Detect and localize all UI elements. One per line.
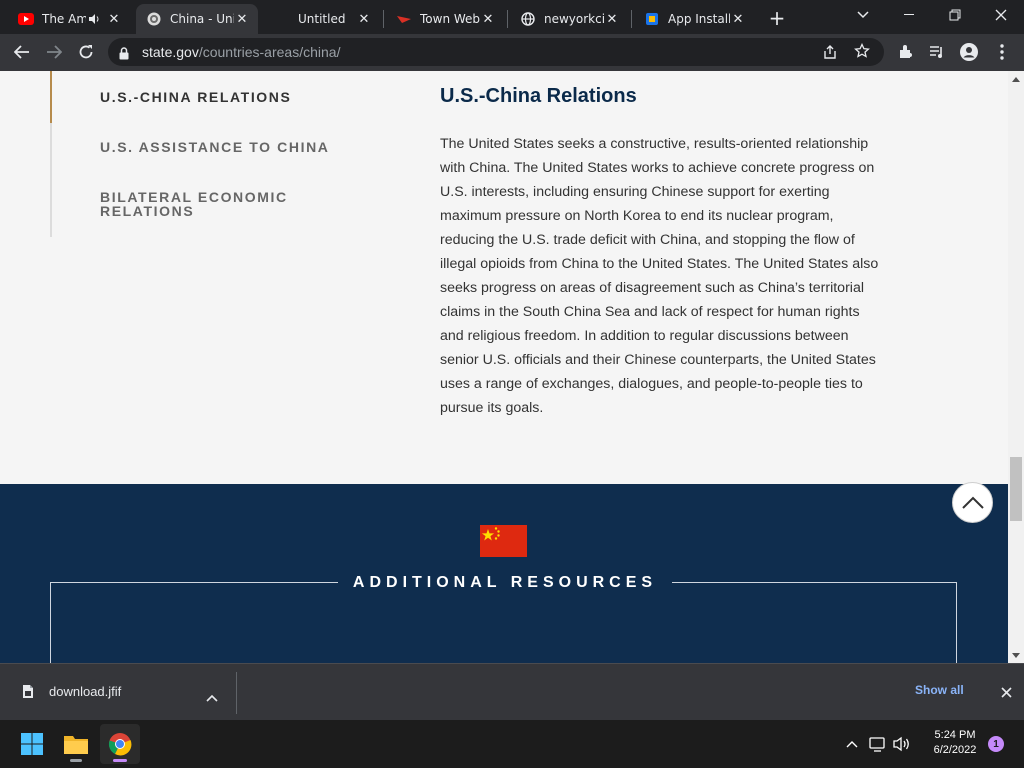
speaker-icon[interactable]: [86, 11, 102, 27]
app-install-icon: [644, 11, 660, 27]
sidebar-item-us-assistance[interactable]: U.S. ASSISTANCE TO CHINA: [100, 140, 360, 154]
tab-strip: The Am ✕ China - Uni ✕ Untitled ✕ Town W…: [0, 0, 1024, 34]
tab-newyorkcity[interactable]: newyorkcit ✕: [510, 4, 628, 34]
additional-resources-section: ADDITIONAL RESOURCES: [0, 484, 1008, 663]
volume-icon[interactable]: [892, 734, 912, 754]
chrome-taskbar-icon[interactable]: [100, 724, 140, 764]
clock-time: 5:24 PM: [934, 729, 976, 741]
restore-icon[interactable]: [932, 0, 978, 30]
tab-townweb[interactable]: Town Web ✕: [386, 4, 504, 34]
section-title: U.S.-China Relations: [440, 85, 637, 107]
tab-close-icon[interactable]: ✕: [730, 11, 746, 27]
townweb-icon: [396, 11, 412, 27]
browser-toolbar: state.gov/countries-areas/china/: [0, 34, 1024, 71]
tab-untitled[interactable]: Untitled ✕: [264, 4, 380, 34]
extensions-icon[interactable]: [892, 38, 920, 66]
globe-icon: [520, 11, 536, 27]
resources-heading-wrap: ADDITIONAL RESOURCES: [338, 572, 672, 594]
tab-separator: [507, 10, 508, 28]
show-all-button[interactable]: Show all: [915, 683, 964, 697]
sidebar-item-bilateral-economic[interactable]: BILATERAL ECONOMIC RELATIONS: [100, 190, 330, 218]
media-control-icon[interactable]: [923, 38, 951, 66]
scroll-down-icon[interactable]: [1008, 648, 1024, 662]
tab-title: App Installe: [668, 12, 730, 26]
tab-close-icon[interactable]: ✕: [356, 11, 372, 27]
sidebar-active-indicator: [50, 71, 52, 123]
back-arrow-icon[interactable]: [8, 38, 36, 66]
tab-title: newyorkcit: [544, 12, 604, 26]
tab-title: Untitled: [298, 12, 346, 26]
download-item[interactable]: download.jfif: [0, 664, 236, 720]
scrollbar-thumb[interactable]: [1010, 457, 1022, 521]
tab-title: The Am: [42, 12, 86, 26]
clock-date: 6/2/2022: [933, 744, 977, 756]
tab-title: China - Uni: [170, 12, 234, 26]
new-tab-button[interactable]: +: [765, 6, 789, 30]
tab-search-icon[interactable]: [840, 0, 886, 30]
tab-close-icon[interactable]: ✕: [234, 11, 250, 27]
notification-badge[interactable]: 1: [988, 736, 1004, 752]
profile-avatar-icon[interactable]: [955, 38, 983, 66]
back-to-top-button[interactable]: [952, 482, 993, 523]
blank-page-icon: [274, 11, 290, 27]
windows-taskbar: 5:24 PM 6/2/2022: [0, 720, 1024, 768]
download-file-name: download.jfif: [49, 684, 122, 699]
bookmark-star-icon[interactable]: [854, 42, 870, 63]
tab-youtube[interactable]: The Am ✕: [8, 4, 130, 34]
resources-frame: [50, 582, 957, 663]
reload-icon[interactable]: [72, 38, 100, 66]
youtube-icon: [18, 11, 34, 27]
window-close-icon[interactable]: [978, 0, 1024, 30]
start-windows-icon[interactable]: [12, 724, 52, 764]
download-shelf: download.jfif Show all: [0, 663, 1024, 720]
url-path: /countries-areas/china/: [198, 44, 341, 60]
state-seal-icon: [146, 11, 162, 27]
scroll-up-icon[interactable]: [1008, 72, 1024, 86]
section-body: The United States seeks a constructive, …: [440, 136, 879, 416]
tab-close-icon[interactable]: ✕: [106, 11, 122, 27]
tab-title: Town Web: [420, 12, 480, 26]
tab-separator: [631, 10, 632, 28]
tab-close-icon[interactable]: ✕: [480, 11, 496, 27]
chevron-up-tray-icon[interactable]: [842, 734, 862, 754]
china-flag-icon: [480, 525, 527, 557]
clock[interactable]: 5:24 PM 6/2/2022: [925, 728, 985, 758]
page-viewport: U.S.-CHINA RELATIONS U.S. ASSISTANCE TO …: [0, 71, 1008, 663]
sidebar-item-us-china-relations[interactable]: U.S.-CHINA RELATIONS: [100, 90, 360, 104]
kebab-menu-icon[interactable]: [988, 38, 1016, 66]
address-bar[interactable]: state.gov/countries-areas/china/: [108, 38, 884, 66]
url-text[interactable]: state.gov/countries-areas/china/: [142, 44, 340, 60]
shelf-divider: [236, 672, 237, 714]
forward-arrow-icon[interactable]: [40, 38, 68, 66]
url-domain: state.gov: [142, 44, 199, 60]
tab-china[interactable]: China - Uni ✕: [136, 4, 258, 34]
tab-separator: [383, 10, 384, 28]
tab-close-icon[interactable]: ✕: [604, 11, 620, 27]
active-indicator: [113, 759, 127, 762]
close-shelf-icon[interactable]: [996, 682, 1016, 702]
file-icon: [22, 684, 34, 703]
chevron-up-icon[interactable]: [206, 687, 218, 706]
network-icon[interactable]: [868, 734, 888, 754]
minimize-icon[interactable]: [886, 0, 932, 30]
resources-heading: ADDITIONAL RESOURCES: [352, 574, 658, 591]
tab-app-installer[interactable]: App Installe ✕: [634, 4, 754, 34]
lock-icon[interactable]: [119, 45, 129, 64]
page-scrollbar[interactable]: [1008, 71, 1024, 663]
running-indicator: [70, 759, 82, 762]
file-explorer-icon[interactable]: [56, 724, 96, 764]
share-icon[interactable]: [822, 44, 838, 64]
